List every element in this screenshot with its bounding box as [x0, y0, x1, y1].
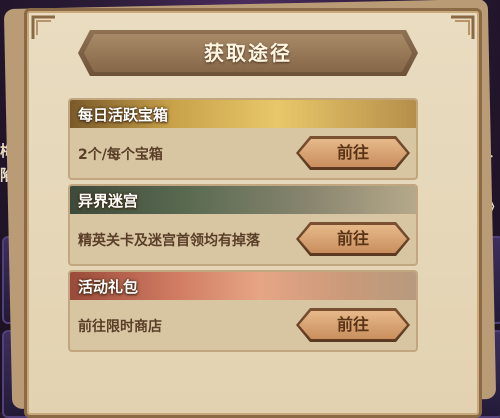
source-title: 异界迷宫: [78, 192, 139, 210]
corner-ornament-icon: [451, 15, 475, 39]
source-description: 前往限时商店: [78, 319, 162, 335]
go-button-label: 前往: [336, 315, 369, 334]
source-title: 每日活跃宝箱: [78, 106, 169, 124]
go-button[interactable]: 前往: [296, 308, 410, 342]
go-button-label: 前往: [336, 143, 369, 162]
source-description: 精英关卡及迷宫首领均有掉落: [78, 233, 260, 249]
corner-ornament-icon: [31, 15, 55, 39]
dialog-title: 获取途径: [204, 41, 292, 65]
source-card: 每日活跃宝箱 2个/每个宝箱 前往: [68, 98, 418, 180]
source-title: 活动礼包: [78, 278, 139, 296]
source-card: 活动礼包 前往限时商店 前往: [68, 270, 418, 352]
go-button[interactable]: 前往: [296, 222, 410, 256]
go-button[interactable]: 前往: [296, 136, 410, 170]
go-button-label: 前往: [336, 229, 369, 248]
source-description: 2个/每个宝箱: [78, 147, 163, 163]
source-card: 异界迷宫 精英关卡及迷宫首领均有掉落 前往: [68, 184, 418, 266]
